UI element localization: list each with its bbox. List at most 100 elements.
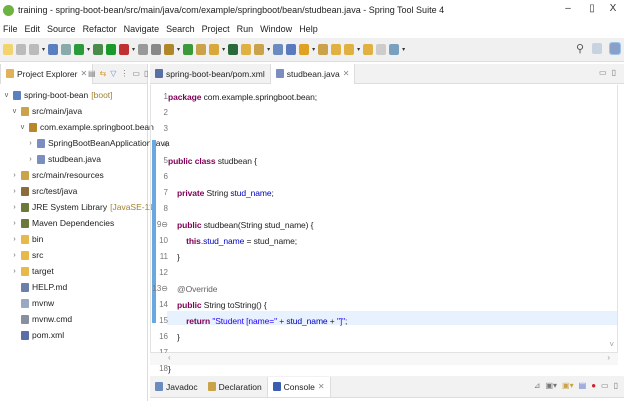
tab-console[interactable]: Console ✕ [266, 376, 331, 397]
tree-item[interactable]: › src/main/resources [11, 167, 103, 183]
toolbar-icon-9[interactable] [119, 44, 130, 55]
dropdown-arrow-icon[interactable]: ▾ [222, 46, 225, 53]
toolbar-icon-25[interactable] [363, 44, 374, 55]
tree-item[interactable]: › target [11, 263, 53, 279]
dropdown-arrow-icon[interactable]: ▾ [132, 46, 135, 53]
filter-icon[interactable]: ▽ [110, 69, 116, 78]
tree-item[interactable]: › SpringBootBeanApplication.java [27, 135, 169, 151]
collapsed-chevron-icon[interactable]: › [11, 188, 18, 195]
scroll-right-icon[interactable]: › [607, 353, 610, 362]
dropdown-arrow-icon[interactable]: ▾ [267, 46, 270, 53]
maximize-view-icon[interactable]: ▯ [144, 69, 148, 78]
collapsed-chevron-icon[interactable]: › [11, 204, 18, 211]
display-console-icon[interactable]: ▣▾ [545, 381, 557, 390]
close-icon[interactable]: ✕ [318, 382, 325, 391]
collapse-all-icon[interactable]: ▤ [88, 69, 96, 78]
horizontal-scrollbar[interactable]: ‹ › [150, 353, 618, 365]
menu-window[interactable]: Window [260, 24, 292, 34]
code-editor[interactable]: 1 package com.example.springboot.bean; 2 3 4… [150, 85, 618, 374]
toolbar-icon-15[interactable] [209, 44, 220, 55]
dropdown-arrow-icon[interactable]: ▾ [87, 46, 90, 53]
tree-item[interactable]: v com.example.springboot.bean [19, 119, 154, 135]
toolbar-icon-14[interactable] [196, 44, 207, 55]
tree-item[interactable]: v spring-boot-bean [boot] [3, 87, 113, 103]
tree-item[interactable]: mvnw [11, 295, 54, 311]
scroll-left-icon[interactable]: ‹ [168, 353, 171, 362]
tree-item[interactable]: › bin [11, 231, 43, 247]
toolbar-icon-1[interactable] [3, 44, 13, 55]
tree-item[interactable]: HELP.md [11, 279, 67, 295]
toolbar-icon-12[interactable] [164, 44, 175, 55]
maximize-editor-icon[interactable]: ▯ [612, 68, 616, 77]
view-menu-icon[interactable]: ⋮ [120, 69, 128, 78]
maximize-button[interactable]: ▯ [585, 3, 599, 14]
pin-console-icon[interactable]: ⊿ [534, 381, 541, 390]
menu-project[interactable]: Project [202, 24, 230, 34]
tree-item[interactable]: › studbean.java [27, 151, 101, 167]
tab-javadoc[interactable]: Javadoc [150, 377, 203, 397]
tree-item[interactable]: › Maven Dependencies [11, 215, 114, 231]
close-icon[interactable]: ✕ [80, 69, 87, 78]
menu-search[interactable]: Search [166, 24, 195, 34]
expanded-chevron-icon[interactable]: v [19, 124, 26, 131]
dropdown-arrow-icon[interactable]: ▾ [357, 46, 360, 53]
toolbar-icon-13[interactable] [183, 44, 194, 55]
stop-icon[interactable]: ● [591, 381, 596, 390]
collapsed-chevron-icon[interactable]: › [11, 172, 18, 179]
toolbar-icon-16[interactable] [228, 44, 239, 55]
toolbar-icon-17[interactable] [241, 44, 252, 55]
toolbar-icon-20[interactable] [286, 44, 297, 55]
maximize-panel-icon[interactable]: ▯ [614, 381, 618, 390]
minimize-editor-icon[interactable]: ▭ [599, 68, 607, 77]
toolbar-icon-19[interactable] [273, 44, 284, 55]
menu-file[interactable]: File [3, 24, 18, 34]
close-icon[interactable]: ✕ [343, 69, 350, 78]
toolbar-icon-6[interactable] [74, 44, 85, 55]
collapsed-chevron-icon[interactable]: › [11, 268, 18, 275]
tree-item[interactable]: › src/test/java [11, 183, 77, 199]
toolbar-icon-7[interactable] [93, 44, 104, 55]
toolbar-icon-11[interactable] [151, 44, 162, 55]
toolbar-icon-5[interactable] [61, 44, 72, 55]
open-perspective-icon[interactable] [592, 43, 602, 54]
toolbar-icon-2[interactable] [16, 44, 26, 55]
menu-edit[interactable]: Edit [25, 24, 41, 34]
collapsed-chevron-icon[interactable]: › [11, 252, 18, 259]
tree-item[interactable]: pom.xml [11, 327, 64, 343]
menu-navigate[interactable]: Navigate [124, 24, 160, 34]
toolbar-icon-23[interactable] [331, 44, 342, 55]
toolbar-icon-18[interactable] [254, 44, 265, 55]
menu-help[interactable]: Help [299, 24, 318, 34]
toolbar-icon-3[interactable] [29, 44, 39, 55]
collapsed-chevron-icon[interactable]: › [11, 236, 18, 243]
scroll-down-icon[interactable]: ˅ [609, 340, 614, 349]
close-button[interactable]: X [606, 3, 620, 14]
spring-perspective-icon[interactable] [609, 42, 621, 55]
minimize-button[interactable]: – [561, 3, 575, 14]
toolbar-icon-24[interactable] [344, 44, 355, 55]
collapsed-chevron-icon[interactable]: › [27, 140, 34, 147]
search-icon[interactable]: ⚲ [576, 42, 584, 55]
toolbar-icon-26[interactable] [376, 44, 387, 55]
tree-item[interactable]: v src/main/java [11, 103, 82, 119]
menu-run[interactable]: Run [237, 24, 254, 34]
tab-project-explorer[interactable]: Project Explorer ✕ [0, 63, 94, 84]
dropdown-arrow-icon[interactable]: ▾ [177, 46, 180, 53]
tree-item[interactable]: mvnw.cmd [11, 311, 72, 327]
menu-source[interactable]: Source [47, 24, 76, 34]
dropdown-arrow-icon[interactable]: ▾ [312, 46, 315, 53]
toolbar-icon-10[interactable] [138, 44, 149, 55]
dropdown-arrow-icon[interactable]: ▾ [402, 46, 405, 53]
tree-item[interactable]: › src [11, 247, 43, 263]
tab-spring-boot-bean-pom-xml[interactable]: spring-boot-bean/pom.xml [150, 64, 270, 84]
tab-declaration[interactable]: Declaration [203, 377, 267, 397]
link-editor-icon[interactable]: ⇆ [100, 69, 107, 78]
expanded-chevron-icon[interactable]: v [3, 92, 10, 99]
toolbar-icon-21[interactable] [299, 44, 310, 55]
open-console-icon[interactable]: ▣▾ [562, 381, 574, 390]
toolbar-icon-4[interactable] [48, 44, 59, 55]
collapsed-chevron-icon[interactable]: › [11, 220, 18, 227]
toolbar-icon-22[interactable] [318, 44, 329, 55]
toolbar-icon-8[interactable] [106, 44, 117, 55]
menu-refactor[interactable]: Refactor [83, 24, 117, 34]
